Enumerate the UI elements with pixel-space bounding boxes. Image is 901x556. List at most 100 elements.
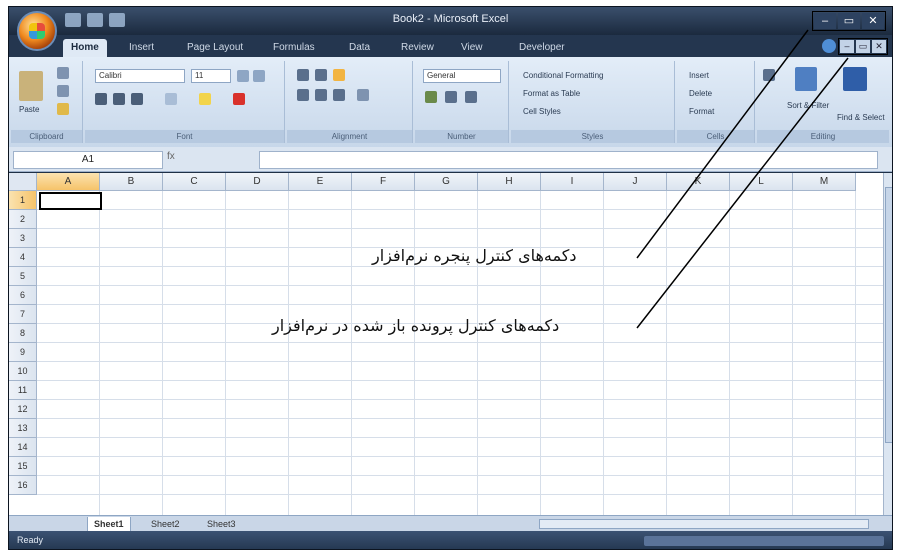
copy-icon[interactable]	[57, 85, 69, 97]
cut-icon[interactable]	[57, 67, 69, 79]
percent-icon[interactable]	[445, 91, 457, 103]
column-header[interactable]: H	[478, 173, 541, 191]
underline-icon[interactable]	[131, 93, 143, 105]
format-button[interactable]: Format	[689, 107, 714, 116]
column-header[interactable]: F	[352, 173, 415, 191]
row-header[interactable]: 4	[9, 248, 37, 267]
paste-button[interactable]: Paste	[19, 105, 39, 114]
vertical-scrollbar[interactable]	[883, 173, 892, 515]
column-header[interactable]: D	[226, 173, 289, 191]
currency-icon[interactable]	[425, 91, 437, 103]
align-left-icon[interactable]	[297, 89, 309, 101]
gridline	[37, 475, 883, 476]
align-right-icon[interactable]	[333, 89, 345, 101]
document-controls: – ▭ ✕	[838, 38, 888, 55]
row-header[interactable]: 16	[9, 476, 37, 495]
doc-minimize-button[interactable]: –	[840, 40, 854, 53]
column-header[interactable]: C	[163, 173, 226, 191]
sheet-tab[interactable]: Sheet2	[145, 517, 186, 531]
find-select-icon[interactable]	[843, 67, 867, 91]
tab-developer[interactable]: Developer	[511, 39, 573, 57]
row-header[interactable]: 2	[9, 210, 37, 229]
tab-insert[interactable]: Insert	[121, 39, 162, 57]
conditional-formatting-button[interactable]: Conditional Formatting	[523, 71, 603, 80]
doc-close-button[interactable]: ✕	[872, 40, 886, 53]
paste-icon[interactable]	[19, 71, 43, 101]
row-header[interactable]: 11	[9, 381, 37, 400]
shrink-font-icon[interactable]	[253, 70, 265, 82]
column-header[interactable]: I	[541, 173, 604, 191]
row-header[interactable]: 10	[9, 362, 37, 381]
tab-home[interactable]: Home	[63, 39, 107, 57]
row-header[interactable]: 5	[9, 267, 37, 286]
formula-input[interactable]	[259, 151, 878, 169]
row-header[interactable]: 8	[9, 324, 37, 343]
row-header[interactable]: 3	[9, 229, 37, 248]
row-header[interactable]: 14	[9, 438, 37, 457]
column-header[interactable]: A	[37, 173, 100, 191]
active-cell[interactable]	[39, 192, 102, 210]
comma-icon[interactable]	[465, 91, 477, 103]
minimize-button[interactable]: –	[814, 13, 836, 29]
row-header[interactable]: 12	[9, 400, 37, 419]
maximize-button[interactable]: ▭	[838, 13, 860, 29]
zoom-slider[interactable]	[644, 536, 884, 546]
italic-icon[interactable]	[113, 93, 125, 105]
merge-icon[interactable]	[357, 89, 369, 101]
row-header[interactable]: 15	[9, 457, 37, 476]
group-font: Calibri 11 Font	[85, 61, 285, 143]
doc-restore-button[interactable]: ▭	[856, 40, 870, 53]
tab-data[interactable]: Data	[341, 39, 378, 57]
select-all-corner[interactable]	[9, 173, 37, 191]
column-header[interactable]: B	[100, 173, 163, 191]
format-as-table-button[interactable]: Format as Table	[523, 89, 580, 98]
name-box[interactable]: A1	[13, 151, 163, 169]
delete-button[interactable]: Delete	[689, 89, 712, 98]
column-header[interactable]: L	[730, 173, 793, 191]
fill-color-icon[interactable]	[199, 93, 211, 105]
tab-view[interactable]: View	[453, 39, 491, 57]
align-bottom-icon[interactable]	[333, 69, 345, 81]
horizontal-scrollbar[interactable]	[539, 519, 869, 529]
find-select-button[interactable]: Find & Select	[837, 113, 885, 122]
row-header[interactable]: 13	[9, 419, 37, 438]
bold-icon[interactable]	[95, 93, 107, 105]
close-button[interactable]: ✕	[862, 13, 884, 29]
insert-button[interactable]: Insert	[689, 71, 709, 80]
font-name-select[interactable]: Calibri	[95, 69, 185, 83]
cell-styles-button[interactable]: Cell Styles	[523, 107, 561, 116]
column-header[interactable]: G	[415, 173, 478, 191]
align-top-icon[interactable]	[297, 69, 309, 81]
column-header[interactable]: J	[604, 173, 667, 191]
sheet-tab[interactable]: Sheet1	[87, 517, 131, 532]
autosum-icon[interactable]	[763, 69, 775, 81]
fx-icon[interactable]: fx	[167, 151, 255, 167]
scroll-thumb[interactable]	[885, 187, 892, 443]
grow-font-icon[interactable]	[237, 70, 249, 82]
border-icon[interactable]	[165, 93, 177, 105]
tab-formulas[interactable]: Formulas	[265, 39, 323, 57]
align-middle-icon[interactable]	[315, 69, 327, 81]
column-header[interactable]: M	[793, 173, 856, 191]
tab-review[interactable]: Review	[393, 39, 442, 57]
office-button[interactable]	[17, 11, 57, 51]
sort-filter-button[interactable]: Sort & Filter	[787, 101, 829, 110]
number-format-select[interactable]: General	[423, 69, 501, 83]
tab-page-layout[interactable]: Page Layout	[179, 39, 251, 57]
align-center-icon[interactable]	[315, 89, 327, 101]
row-header[interactable]: 6	[9, 286, 37, 305]
format-painter-icon[interactable]	[57, 103, 69, 115]
help-icon[interactable]	[822, 39, 836, 53]
font-color-icon[interactable]	[233, 93, 245, 105]
row-header[interactable]: 1	[9, 191, 37, 210]
row-header[interactable]: 7	[9, 305, 37, 324]
column-header[interactable]: K	[667, 173, 730, 191]
gridline	[37, 361, 883, 362]
sheet-tab-bar: Sheet1 Sheet2 Sheet3	[9, 515, 892, 532]
worksheet-grid[interactable]: A B C D E F G H I J K L M 1 2 3 4 5 6 7 8 9 10 11 12 13 14 15 16	[9, 173, 883, 515]
row-header[interactable]: 9	[9, 343, 37, 362]
font-size-select[interactable]: 11	[191, 69, 231, 83]
sheet-tab[interactable]: Sheet3	[201, 517, 242, 531]
sort-filter-icon[interactable]	[795, 67, 817, 91]
column-header[interactable]: E	[289, 173, 352, 191]
